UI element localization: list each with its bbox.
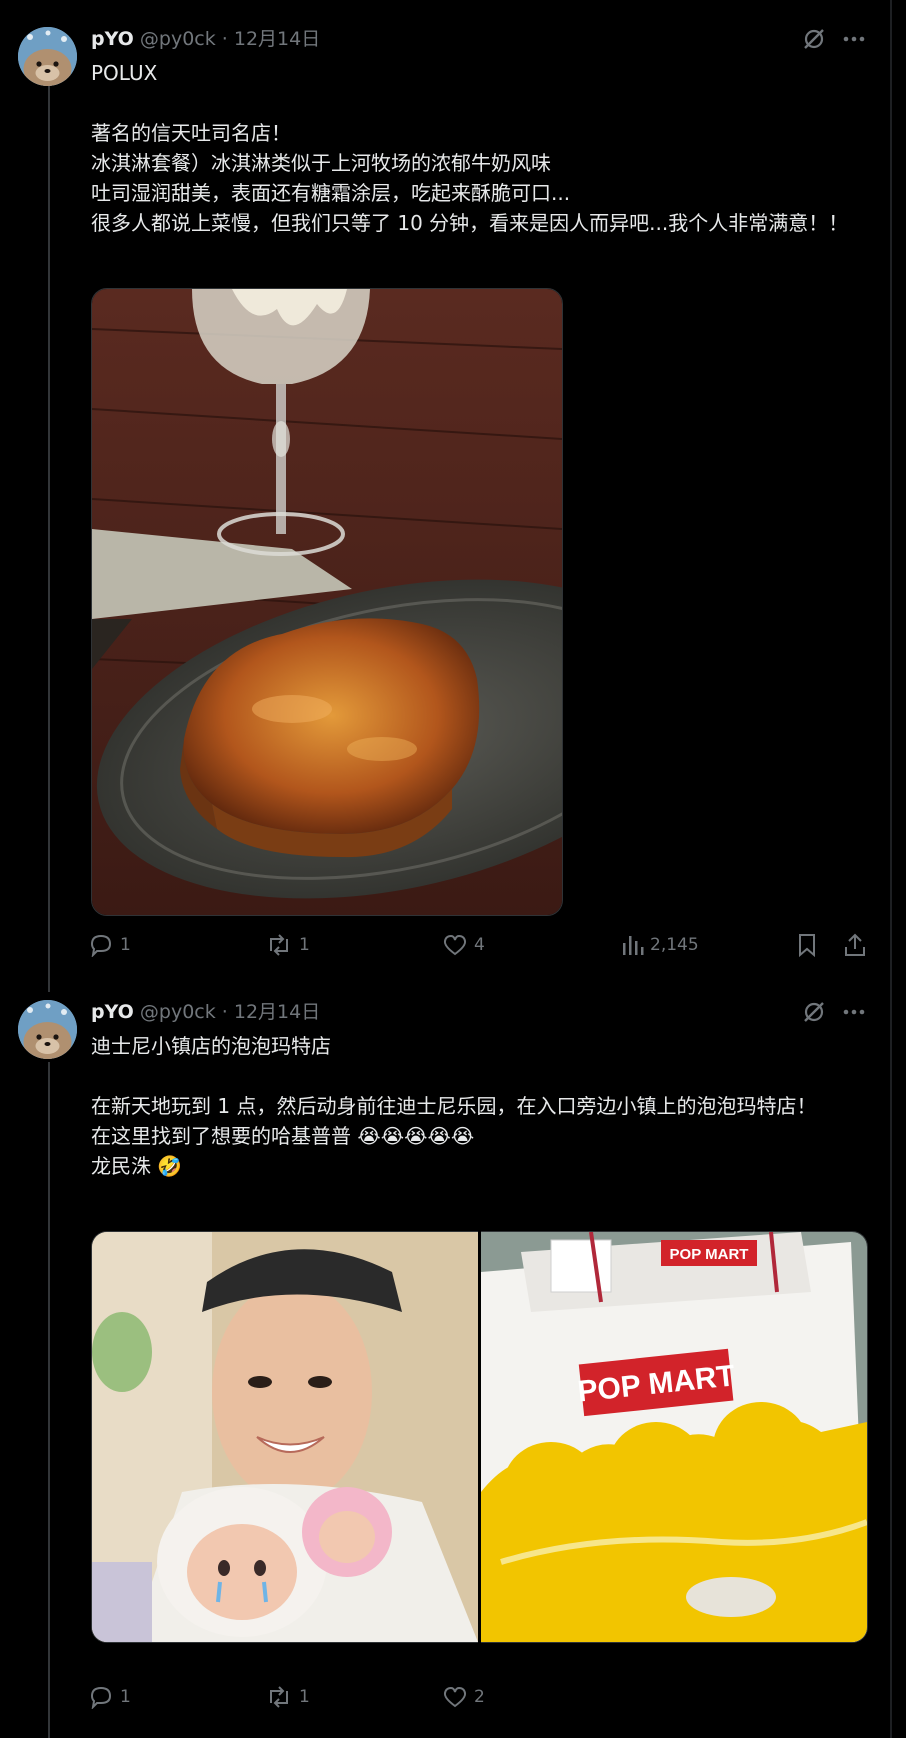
bag-small-logo: POP MART (670, 1246, 749, 1263)
post-actions: 1 1 2 (88, 1681, 888, 1713)
reply-icon (90, 934, 112, 957)
post-photo-left[interactable] (91, 1231, 478, 1643)
post-date[interactable]: 12月14日 (234, 1001, 320, 1023)
post-text: POLUX 著名的信天吐司名店！ 冰淇淋套餐）冰淇淋类似于上河牧场的浓郁牛奶风味… (91, 58, 871, 238)
post[interactable]: pYO @py0ck · 12月14日 POLUX 著名的信天吐司名店！ 冰淇淋… (0, 0, 890, 975)
grok-icon[interactable] (801, 26, 827, 52)
user-handle[interactable]: @py0ck (140, 28, 216, 50)
reply-count: 1 (120, 1687, 131, 1707)
post-text-line: 吐司湿润甜美，表面还有糖霜涂层，吃起来酥脆可口... (91, 181, 571, 205)
reply-icon (90, 1686, 112, 1709)
more-options-icon[interactable] (841, 26, 867, 52)
post-text-line: 龙民洙 🤣 (91, 1154, 183, 1178)
reply-count: 1 (120, 935, 131, 955)
post-date[interactable]: 12月14日 (234, 28, 320, 50)
grok-icon[interactable] (801, 999, 827, 1025)
like-button[interactable]: 2 (442, 1681, 485, 1713)
repost-count: 1 (299, 1687, 310, 1707)
like-count: 2 (474, 1687, 485, 1707)
post-actions: 1 1 4 2,145 (88, 929, 888, 961)
post-photo-right[interactable]: POP MART POP MART (481, 1231, 868, 1643)
repost-button[interactable]: 1 (265, 1681, 310, 1713)
heart-icon (443, 934, 467, 956)
avatar[interactable] (18, 27, 77, 86)
repost-icon (270, 934, 288, 956)
post-text-line: 冰淇淋套餐）冰淇淋类似于上河牧场的浓郁牛奶风味 (91, 151, 551, 175)
more-options-icon[interactable] (841, 999, 867, 1025)
repost-count: 1 (299, 935, 310, 955)
bookmark-icon (799, 934, 815, 958)
views-button[interactable]: 2,145 (620, 929, 699, 961)
timeline-border (890, 0, 892, 1738)
separator-dot: · (221, 1001, 228, 1023)
post[interactable]: pYO @py0ck · 12月14日 迪士尼小镇店的泡泡玛特店 在新天地玩到 … (0, 975, 890, 1738)
user-handle[interactable]: @py0ck (140, 1001, 216, 1023)
heart-icon (443, 1686, 467, 1708)
bookmark-button[interactable] (796, 929, 818, 961)
separator-dot: · (221, 28, 228, 50)
post-text-line: POLUX (91, 61, 158, 85)
post-text-line: 在这里找到了想要的哈基普普 😭😭😭😭😭 (91, 1124, 475, 1148)
post-photo[interactable] (91, 288, 563, 916)
post-text-line (91, 88, 871, 118)
reply-button[interactable]: 1 (88, 1681, 131, 1713)
post-text: 迪士尼小镇店的泡泡玛特店 在新天地玩到 1 点，然后动身前往迪士尼乐园，在入口旁… (91, 1031, 871, 1181)
post-text-line: 在新天地玩到 1 点，然后动身前往迪士尼乐园，在入口旁边小镇上的泡泡玛特店！ (91, 1094, 817, 1118)
views-chart-icon (623, 936, 644, 955)
repost-button[interactable]: 1 (265, 929, 310, 961)
post-text-line: 著名的信天吐司名店！ (91, 121, 291, 145)
post-text-line (91, 1061, 871, 1091)
like-button[interactable]: 4 (442, 929, 485, 961)
view-count: 2,145 (650, 935, 699, 955)
post-text-line: 迪士尼小镇店的泡泡玛特店 (91, 1034, 331, 1058)
display-name[interactable]: pYO (91, 28, 134, 50)
post-text-line: 很多人都说上菜慢，但我们只等了 10 分钟，看来是因人而异吧...我个人非常满意… (91, 211, 849, 235)
share-icon (845, 933, 865, 956)
like-count: 4 (474, 935, 485, 955)
repost-icon (270, 1686, 288, 1708)
post-header: pYO @py0ck · 12月14日 (91, 998, 320, 1026)
share-button[interactable] (843, 929, 867, 961)
post-header: pYO @py0ck · 12月14日 (91, 25, 320, 53)
display-name[interactable]: pYO (91, 1001, 134, 1023)
reply-button[interactable]: 1 (88, 929, 131, 961)
avatar[interactable] (18, 1000, 77, 1059)
